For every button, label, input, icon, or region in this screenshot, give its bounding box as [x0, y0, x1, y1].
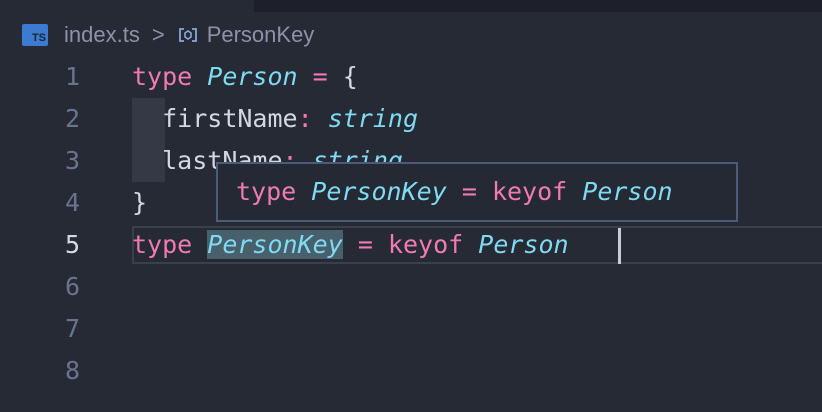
line-number: 2: [64, 104, 80, 133]
code-line-active: 5 type PersonKey = keyof Person: [0, 224, 822, 266]
operator: =: [461, 177, 477, 206]
code-line: 8: [0, 350, 822, 392]
keyword: keyof: [387, 230, 464, 259]
line-content: type PersonKey = keyof Person: [132, 224, 569, 266]
line-number: 6: [64, 272, 80, 301]
text-cursor: [618, 228, 621, 264]
code-line: 1 type Person = {: [0, 56, 822, 98]
brace: }: [132, 188, 148, 217]
line-number: 1: [64, 62, 80, 91]
line-number: 3: [64, 146, 80, 175]
selected-type-name[interactable]: PersonKey: [207, 230, 343, 259]
type-name: string: [327, 104, 419, 133]
breadcrumb-symbol[interactable]: PersonKey: [207, 22, 315, 48]
code-line: 7: [0, 308, 822, 350]
line-number-active: 5: [64, 230, 80, 259]
type-name: Person: [207, 62, 298, 91]
keyword: type: [132, 62, 193, 91]
code-line: 2 firstName: string: [0, 98, 822, 140]
keyword: type: [132, 230, 193, 259]
breadcrumb-file[interactable]: index.ts: [64, 22, 140, 48]
line-number: 7: [64, 314, 80, 343]
editor-top-bar: [0, 0, 822, 12]
operator: =: [312, 62, 328, 91]
hover-tooltip: type PersonKey = keyof Person: [216, 162, 738, 222]
line-number: 8: [64, 356, 80, 385]
type-symbol-icon: [178, 28, 197, 42]
colon: :: [297, 104, 313, 133]
keyword: type: [236, 177, 297, 206]
chevron-right-icon: >: [151, 22, 165, 47]
keyword: keyof: [491, 177, 568, 206]
tab-bar-area: [254, 0, 822, 12]
operator: =: [357, 230, 373, 259]
breadcrumb: TS index.ts > PersonKey: [22, 20, 314, 50]
property-name: firstName: [162, 104, 298, 133]
typescript-file-icon: TS: [22, 24, 48, 46]
line-number: 4: [64, 188, 80, 217]
line-content: type Person = {: [132, 56, 358, 98]
type-reference: Person: [478, 230, 569, 259]
type-reference: Person: [582, 177, 673, 206]
line-content: firstName: string: [132, 98, 418, 140]
code-line: 6: [0, 266, 822, 308]
type-name: PersonKey: [311, 177, 447, 206]
line-content: }: [132, 182, 147, 224]
brace: {: [342, 62, 358, 91]
